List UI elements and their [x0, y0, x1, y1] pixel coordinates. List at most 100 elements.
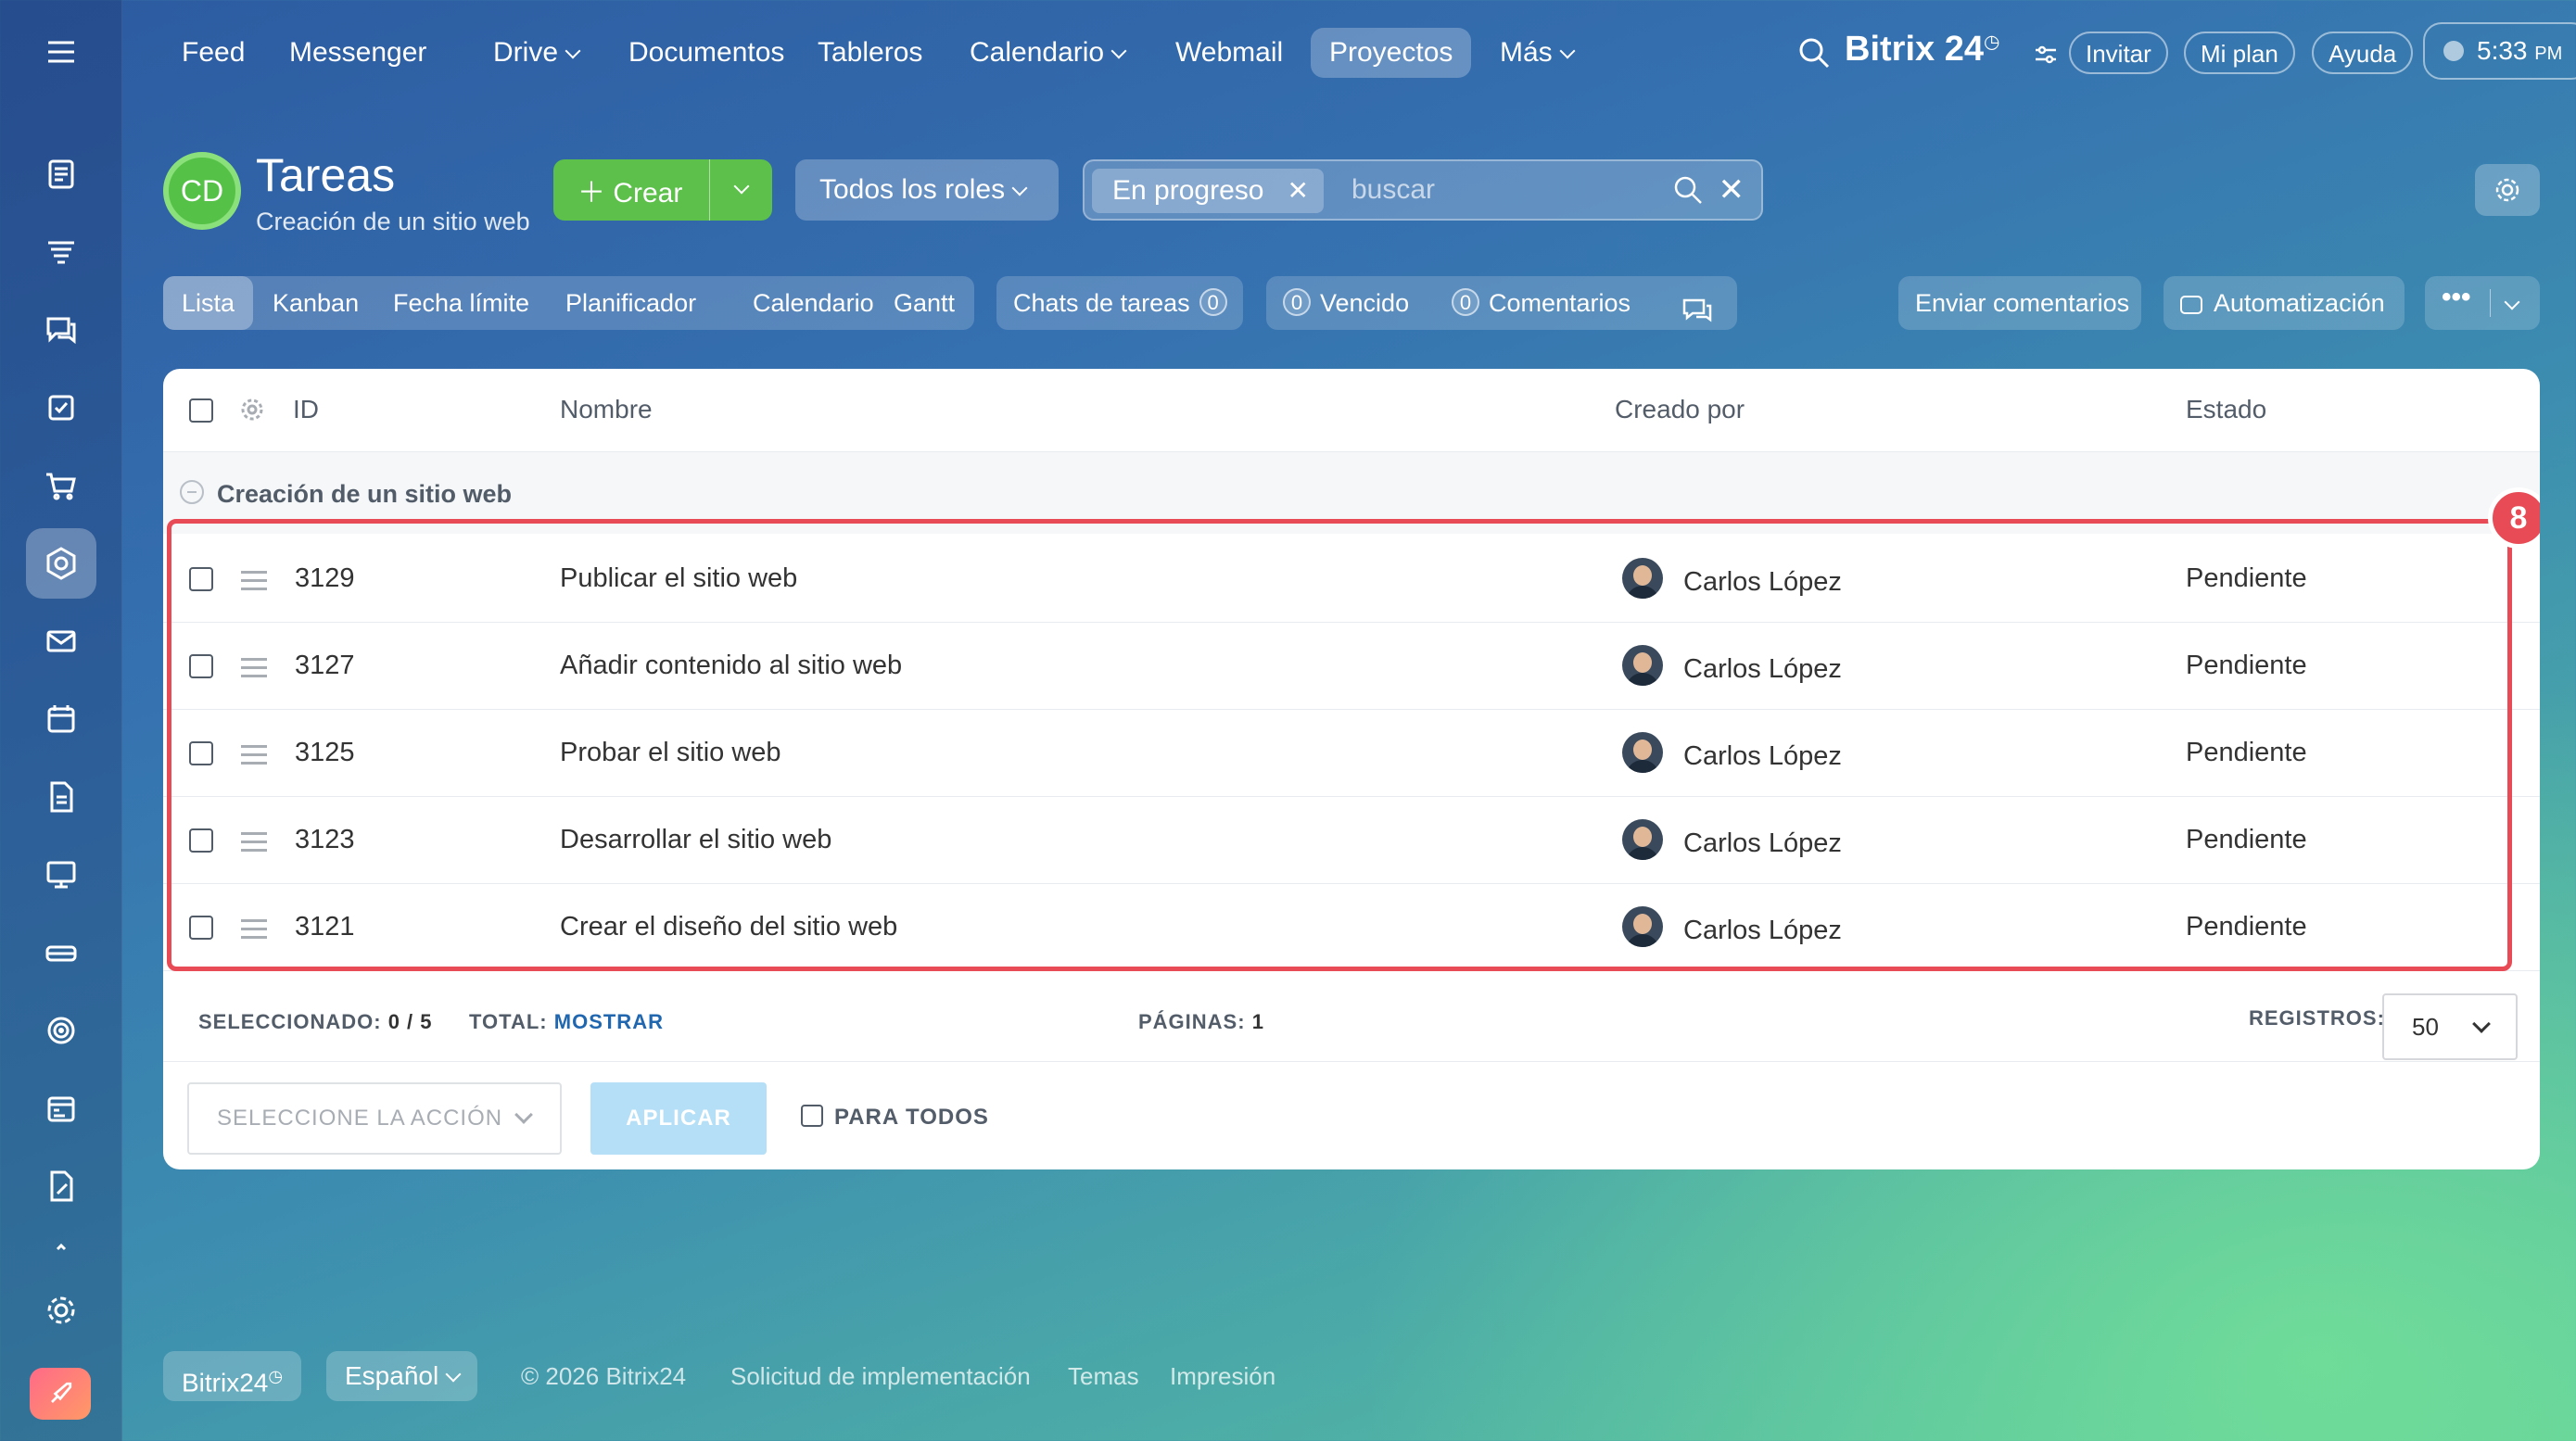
edit-document-icon[interactable] [26, 1151, 96, 1221]
tab-lista[interactable]: Lista [163, 276, 254, 330]
footer-brand-button[interactable]: Bitrix24◷ [163, 1351, 302, 1401]
nav-calendario[interactable]: Calendario [951, 28, 1143, 78]
creator-name[interactable]: Carlos López [1683, 567, 1842, 598]
creator-name[interactable]: Carlos López [1683, 654, 1842, 685]
target-icon[interactable] [26, 995, 96, 1066]
search-input[interactable]: buscar [1351, 174, 1435, 206]
close-icon[interactable]: ✕ [1288, 169, 1309, 213]
group-label[interactable]: Creación de un sitio web [217, 480, 512, 509]
overdue-counter[interactable]: 0 Vencido [1283, 276, 1409, 330]
avatar[interactable] [1622, 906, 1663, 947]
drag-handle-icon[interactable] [241, 658, 267, 683]
select-all-checkbox[interactable] [189, 398, 213, 423]
nav-mas[interactable]: Más [1481, 28, 1592, 78]
creator-name[interactable]: Carlos López [1683, 741, 1842, 772]
language-selector[interactable]: Español [326, 1351, 478, 1401]
time-widget[interactable]: 5:33 PM [2423, 22, 2576, 80]
tab-kanban[interactable]: Kanban [254, 276, 377, 330]
mail-icon[interactable] [26, 606, 96, 676]
footer-link-themes[interactable]: Temas [1068, 1362, 1139, 1391]
more-actions-button[interactable]: ••• [2425, 276, 2540, 330]
task-name[interactable]: Desarrollar el sitio web [560, 825, 831, 855]
collapse-group-icon[interactable] [180, 480, 204, 504]
search-icon[interactable] [1796, 35, 1832, 75]
pages-value[interactable]: 1 [1252, 1010, 1264, 1033]
my-plan-button[interactable]: Mi plan [2184, 32, 2295, 74]
tab-planificador[interactable]: Planificador [547, 276, 715, 330]
create-dropdown-toggle[interactable] [709, 159, 772, 221]
automation-button[interactable]: Automatización [2164, 276, 2405, 330]
nav-tableros[interactable]: Tableros [799, 28, 941, 78]
planner-icon[interactable] [26, 1073, 96, 1144]
create-button-main[interactable]: ＋ Crear [553, 170, 709, 210]
avatar[interactable] [1622, 645, 1663, 686]
nav-drive[interactable]: Drive [475, 28, 597, 78]
task-name[interactable]: Probar el sitio web [560, 738, 781, 768]
search-icon[interactable] [1672, 174, 1704, 210]
for-all-label[interactable]: PARA TODOS [834, 1105, 989, 1131]
document-icon[interactable] [26, 762, 96, 832]
tab-fecha-limite[interactable]: Fecha límite [374, 276, 548, 330]
menu-icon[interactable] [26, 17, 96, 87]
table-row[interactable]: 3129 Publicar el sitio web Carlos López … [163, 536, 2540, 623]
table-row[interactable]: 3125 Probar el sitio web Carlos López Pe… [163, 710, 2540, 797]
rocket-icon[interactable] [30, 1368, 91, 1420]
settings-icon[interactable] [26, 1275, 96, 1346]
table-row[interactable]: 3127 Añadir contenido al sitio web Carlo… [163, 623, 2540, 710]
tab-gantt[interactable]: Gantt [875, 276, 973, 330]
calendar-icon[interactable] [26, 684, 96, 754]
chevron-up-icon[interactable] [26, 1229, 96, 1266]
row-checkbox[interactable] [189, 567, 213, 591]
feed-icon[interactable] [26, 139, 96, 209]
column-name[interactable]: Nombre [560, 395, 653, 424]
task-chats-button[interactable]: Chats de tareas 0 [996, 276, 1243, 330]
avatar[interactable] [1622, 558, 1663, 599]
chat-bubbles-icon[interactable] [1681, 289, 1713, 343]
column-created-by[interactable]: Creado por [1615, 395, 1745, 424]
brand-logo[interactable]: Bitrix 24◷ [1845, 30, 1999, 70]
nav-documentos[interactable]: Documentos [610, 28, 803, 78]
for-all-checkbox[interactable] [801, 1105, 823, 1127]
tasks-icon[interactable] [26, 373, 96, 443]
sliders-icon[interactable] [2032, 41, 2060, 73]
records-per-page-select[interactable]: 50 [2382, 993, 2518, 1060]
drag-handle-icon[interactable] [241, 919, 267, 944]
column-id[interactable]: ID [293, 395, 319, 424]
drag-handle-icon[interactable] [241, 571, 267, 596]
row-checkbox[interactable] [189, 916, 213, 940]
roles-dropdown[interactable]: Todos los roles [795, 159, 1059, 221]
nav-feed[interactable]: Feed [163, 28, 263, 78]
help-button[interactable]: Ayuda [2312, 32, 2414, 74]
apply-button[interactable]: APLICAR [590, 1082, 767, 1155]
table-row[interactable]: 3121 Crear el diseño del sitio web Carlo… [163, 884, 2540, 971]
column-settings-icon[interactable] [239, 397, 265, 427]
clear-icon[interactable]: ✕ [1719, 174, 1745, 206]
list-settings-button[interactable] [2475, 164, 2540, 216]
avatar[interactable] [1622, 732, 1663, 773]
creator-name[interactable]: Carlos López [1683, 916, 1842, 946]
nav-proyectos[interactable]: Proyectos [1311, 28, 1472, 78]
crm-icon[interactable] [26, 217, 96, 287]
comments-counter[interactable]: 0 Comentarios [1452, 276, 1631, 330]
group-action-select[interactable]: SELECCIONE LA ACCIÓN [187, 1082, 562, 1155]
inventory-icon[interactable] [26, 917, 96, 988]
row-checkbox[interactable] [189, 741, 213, 765]
nav-webmail[interactable]: Webmail [1157, 28, 1301, 78]
shop-icon[interactable] [26, 450, 96, 521]
row-checkbox[interactable] [189, 654, 213, 678]
footer-link-print[interactable]: Impresión [1170, 1362, 1275, 1391]
tab-calendario[interactable]: Calendario [734, 276, 893, 330]
footer-link-implementation[interactable]: Solicitud de implementación [730, 1362, 1031, 1391]
avatar[interactable] [1622, 819, 1663, 860]
task-name[interactable]: Publicar el sitio web [560, 563, 797, 594]
projects-icon[interactable] [26, 528, 96, 599]
chat-icon[interactable] [26, 295, 96, 365]
show-total-link[interactable]: MOSTRAR [554, 1010, 664, 1033]
column-status[interactable]: Estado [2186, 395, 2266, 424]
creator-name[interactable]: Carlos López [1683, 828, 1842, 859]
presentation-icon[interactable] [26, 840, 96, 910]
page-subtitle[interactable]: Creación de un sitio web [256, 208, 530, 236]
filter-search-box[interactable]: En progreso ✕ buscar ✕ [1083, 159, 1763, 221]
send-feedback-button[interactable]: Enviar comentarios [1898, 276, 2141, 330]
invite-button[interactable]: Invitar [2069, 32, 2168, 74]
